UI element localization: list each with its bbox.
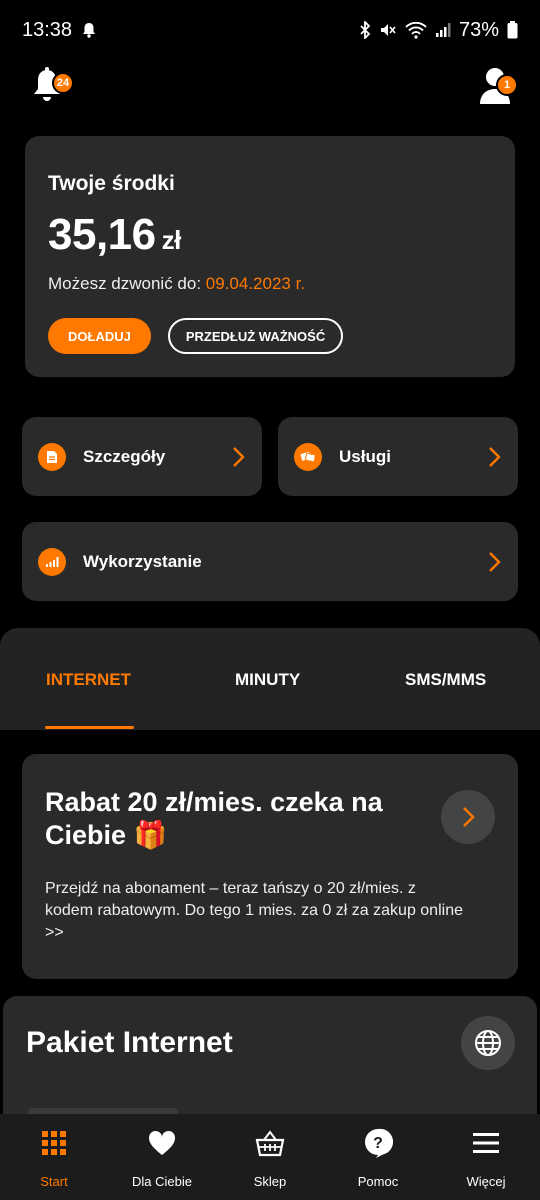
chevron-right-icon — [489, 446, 501, 467]
chevron-right-icon — [463, 807, 475, 827]
battery-percent: 73% — [458, 18, 499, 41]
promo-title: Rabat 20 zł/mies. czeka na Ciebie 🎁 — [45, 787, 383, 850]
nav-help-label: Pomoc — [357, 1174, 399, 1189]
details-tile[interactable]: Szczegóły — [22, 417, 262, 496]
extend-validity-button[interactable]: PRZEDŁUŻ WAŻNOŚĆ — [167, 318, 344, 354]
nav-help[interactable]: ? Pomoc — [324, 1114, 432, 1200]
nav-start-label: Start — [40, 1174, 68, 1189]
notifications-badge: 24 — [52, 72, 74, 94]
battery-icon — [507, 21, 518, 39]
nav-shop[interactable]: Sklep — [216, 1114, 324, 1200]
wifi-icon — [405, 21, 427, 39]
basket-icon — [255, 1128, 285, 1158]
usage-tabs: INTERNET MINUTY SMS/MMS — [0, 628, 540, 730]
validity-text: Możesz dzwonić do: 09.04.2023 r. — [48, 274, 492, 294]
menu-icon — [471, 1128, 501, 1158]
notifications-button[interactable]: 24 — [32, 64, 74, 104]
active-tab-indicator — [45, 726, 134, 729]
top-bar: 24 1 — [0, 60, 540, 110]
status-time: 13:38 — [22, 18, 73, 41]
profile-badge: 1 — [496, 74, 518, 96]
mute-icon — [379, 21, 397, 39]
nav-start[interactable]: Start — [0, 1114, 108, 1200]
balance-card: Twoje środki 35,16 zł Możesz dzwonić do: … — [25, 136, 515, 377]
nav-for-you-label: Dla Ciebie — [132, 1174, 192, 1189]
profile-button[interactable]: 1 — [480, 66, 520, 104]
balance-amount: 35,16 zł — [48, 210, 492, 260]
topup-button[interactable]: DOŁADUJ — [48, 318, 151, 354]
tab-internet[interactable]: INTERNET — [46, 670, 131, 690]
balance-currency: zł — [161, 225, 182, 255]
promo-card[interactable]: Rabat 20 zł/mies. czeka na Ciebie 🎁 Prze… — [22, 754, 518, 979]
services-icon — [294, 442, 322, 471]
validity-label: Możesz dzwonić do: — [48, 274, 206, 293]
balance-value: 35,16 — [48, 210, 156, 259]
document-icon — [38, 442, 66, 471]
nav-more-label: Więcej — [466, 1174, 506, 1189]
bottom-navigation: Start Dla Ciebie Sklep ? Pomoc Więcej — [0, 1114, 540, 1200]
signal-icon — [435, 22, 451, 38]
globe-icon — [475, 1030, 501, 1056]
nav-for-you[interactable]: Dla Ciebie — [108, 1114, 216, 1200]
promo-text: Przejdź na abonament – teraz tańszy o 20… — [45, 880, 463, 941]
package-title: Pakiet Internet — [26, 1026, 233, 1059]
bell-status-icon — [82, 22, 96, 38]
svg-text:?: ? — [373, 1135, 383, 1152]
services-tile[interactable]: Usługi — [278, 417, 518, 496]
tab-sms-mms[interactable]: SMS/MMS — [405, 670, 486, 690]
promo-arrow-button[interactable] — [441, 790, 495, 844]
usage-signal-icon — [38, 547, 66, 576]
usage-label: Wykorzystanie — [83, 551, 202, 571]
grid-icon — [39, 1128, 69, 1158]
globe-button[interactable] — [461, 1016, 515, 1070]
services-label: Usługi — [339, 446, 391, 466]
heart-icon — [147, 1128, 177, 1158]
help-icon: ? — [363, 1128, 393, 1158]
app-screen: 13:38 73% 24 1 Twoje środki 35,16 zł Moż… — [0, 0, 540, 1200]
package-card: Pakiet Internet — [3, 996, 537, 1126]
status-bar: 13:38 73% — [0, 0, 540, 60]
bluetooth-icon — [359, 21, 371, 39]
usage-tile[interactable]: Wykorzystanie — [22, 522, 518, 601]
chevron-right-icon — [489, 551, 501, 572]
nav-shop-label: Sklep — [253, 1174, 287, 1189]
balance-title: Twoje środki — [48, 172, 175, 195]
validity-date: 09.04.2023 r. — [205, 274, 306, 293]
chevron-right-icon — [233, 446, 245, 467]
nav-more[interactable]: Więcej — [432, 1114, 540, 1200]
details-label: Szczegóły — [83, 446, 166, 466]
tab-minutes[interactable]: MINUTY — [235, 670, 300, 690]
